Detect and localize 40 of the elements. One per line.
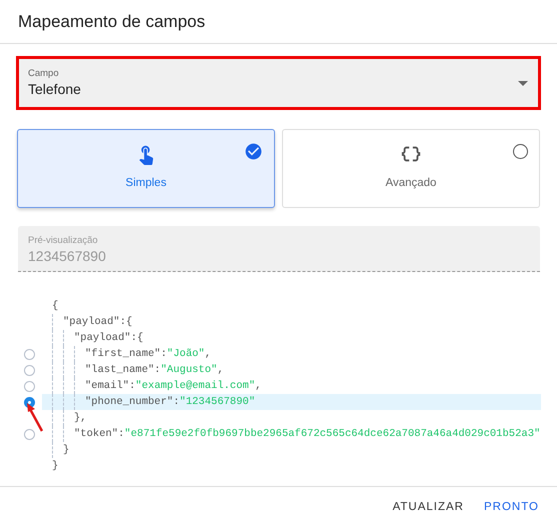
mode-label: Simples <box>126 177 166 189</box>
field-select[interactable]: Campo Telefone <box>16 56 541 110</box>
json-brace: } <box>63 444 70 456</box>
mode-label: Avançado <box>386 177 436 189</box>
json-comma: , <box>217 364 224 376</box>
json-key: "phone_number": <box>85 396 180 408</box>
json-key: "first_name": <box>85 348 167 360</box>
json-key: "payload": <box>63 316 126 328</box>
json-value: "e871fe59e2f0fb9697bbe2965af672c565c64dce62a7087a46a4d029c01b52a3" <box>124 428 540 440</box>
field-value: Telefone <box>28 80 82 98</box>
json-brace: { <box>52 300 58 312</box>
radio-circle <box>513 144 528 159</box>
json-brace: { <box>126 316 132 328</box>
mode-card[interactable]: Simples <box>17 129 275 208</box>
json-key: "payload": <box>74 332 138 344</box>
json-value: "João" <box>166 348 205 360</box>
preview-label: Pré-visualização <box>28 235 99 247</box>
radio-button[interactable] <box>24 380 34 392</box>
preview-value: 1234567890 <box>28 247 107 265</box>
radio-button[interactable] <box>24 396 34 408</box>
json-key: "last_name": <box>85 364 161 376</box>
field-label: Campo <box>28 68 60 80</box>
json-brace: }, <box>74 412 87 424</box>
json-comma: , <box>204 348 212 360</box>
json-key: "token": <box>74 428 124 440</box>
json-brace: } <box>52 460 58 472</box>
json-value: "example@email.com" <box>135 380 256 392</box>
radio-button[interactable] <box>24 364 34 376</box>
dialog-button[interactable]: ATUALIZAR <box>384 495 472 519</box>
dropdown-caret-icon <box>518 80 528 86</box>
radio-button[interactable] <box>24 428 34 440</box>
json-value: "1234567890" <box>180 396 256 408</box>
dialog-title: Mapeamento de campos <box>18 12 206 32</box>
json-comma: , <box>255 380 262 392</box>
json-value: "Augusto" <box>160 364 218 376</box>
dialog-button[interactable]: PRONTO <box>476 495 547 519</box>
json-key: "email": <box>85 380 136 392</box>
json-brace: { <box>137 332 144 344</box>
radio-button[interactable] <box>24 348 34 360</box>
mode-card[interactable]: Avançado <box>282 129 540 208</box>
